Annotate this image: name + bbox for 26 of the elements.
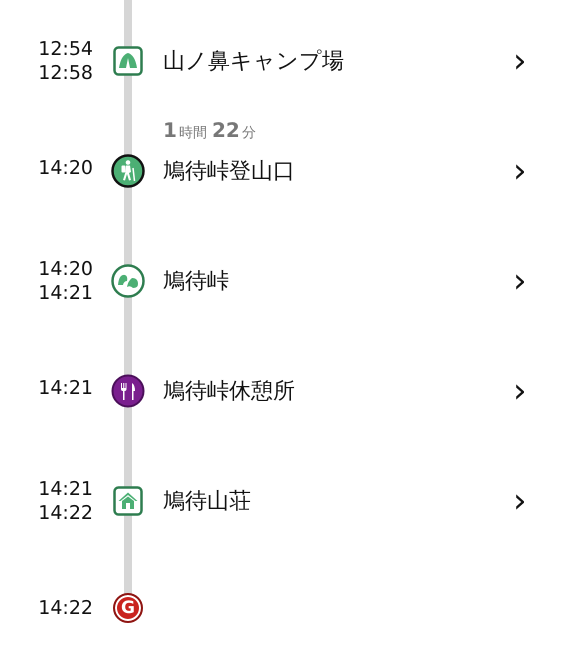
chevron-icon[interactable]: › — [513, 486, 527, 516]
time-label: 14:21 — [38, 376, 93, 400]
time-label: 12:58 — [38, 61, 93, 85]
mountain-pass-icon — [111, 264, 145, 298]
time-label: 14:20 — [38, 257, 93, 281]
time-label: 14:20 — [38, 156, 93, 180]
chevron-icon[interactable]: › — [513, 46, 527, 76]
fork-knife-icon — [111, 374, 145, 408]
time-label: 14:22 — [38, 501, 93, 525]
house-icon — [113, 486, 143, 516]
goal-badge: G — [113, 593, 143, 623]
time-label: 14:21 — [38, 477, 93, 501]
time-label: 14:21 — [38, 281, 93, 305]
duration-label: 1 時間 22 分 — [163, 118, 257, 142]
time-label: 14:22 — [38, 596, 93, 620]
stop-name[interactable]: 鳩待峠登山口 — [163, 156, 295, 186]
time-label: 12:54 — [38, 37, 93, 61]
chevron-icon[interactable]: › — [513, 376, 527, 406]
chevron-icon[interactable]: › — [513, 156, 527, 186]
stop-name[interactable]: 山ノ鼻キャンプ場 — [163, 46, 344, 76]
stop-name[interactable]: 鳩待山荘 — [163, 486, 251, 516]
chevron-icon[interactable]: › — [513, 266, 527, 296]
stop-name[interactable]: 鳩待峠 — [163, 266, 229, 296]
stop-name[interactable]: 鳩待峠休憩所 — [163, 376, 295, 406]
hiker-icon — [111, 154, 145, 188]
tent-icon — [113, 46, 143, 76]
